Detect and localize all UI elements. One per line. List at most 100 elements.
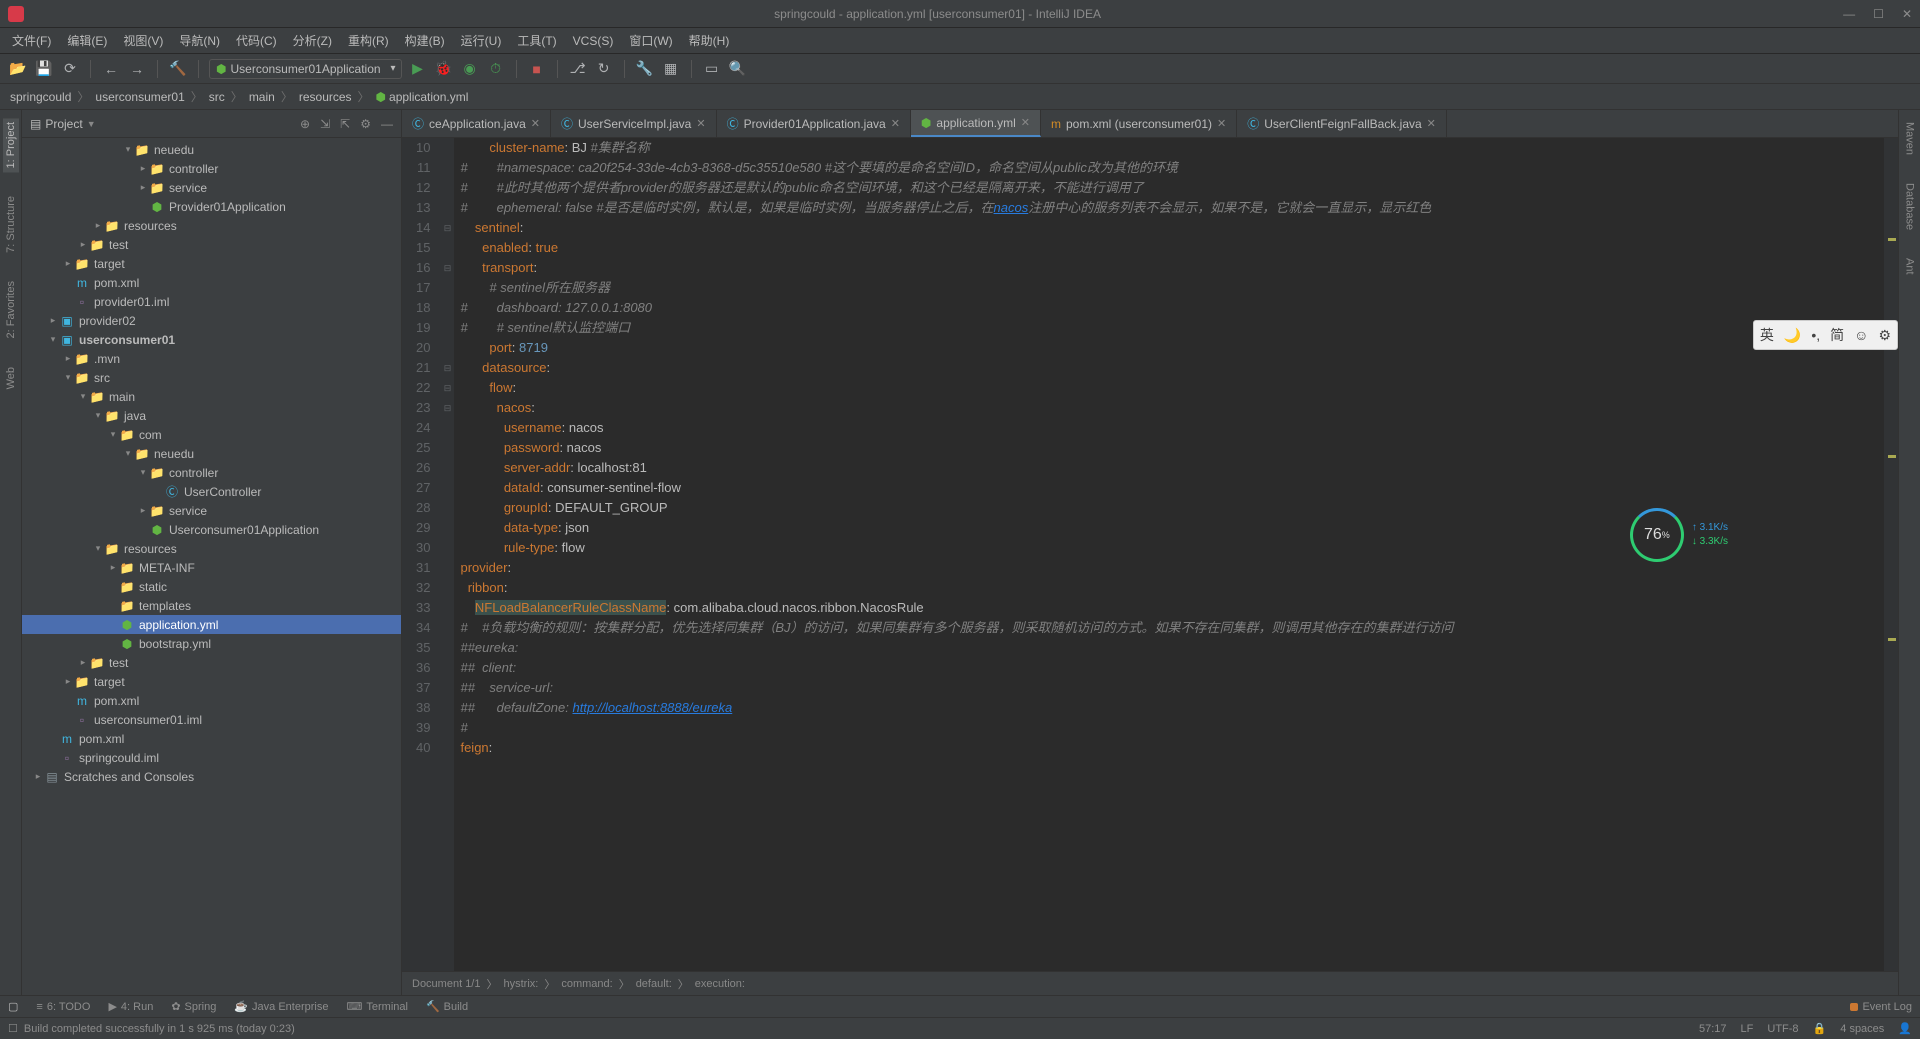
- save-icon[interactable]: 💾: [34, 59, 54, 79]
- ime-button[interactable]: ☺: [1854, 327, 1868, 343]
- debug-icon[interactable]: 🐞: [434, 59, 454, 79]
- run-config-selector[interactable]: ⬢ Userconsumer01Application: [209, 59, 402, 79]
- tree-row[interactable]: ▫userconsumer01.iml: [22, 710, 401, 729]
- forward-icon[interactable]: →: [127, 59, 147, 79]
- expand-arrow-icon[interactable]: ▸: [62, 676, 74, 687]
- expand-arrow-icon[interactable]: ▸: [137, 505, 149, 516]
- tree-row[interactable]: ⒸUserController: [22, 482, 401, 501]
- editor-crumb[interactable]: hystrix:: [503, 978, 538, 990]
- cursor-position[interactable]: 57:17: [1699, 1023, 1727, 1035]
- menu-item[interactable]: 文件(F): [4, 32, 59, 49]
- breadcrumb-item[interactable]: src: [209, 90, 225, 104]
- bottom-tool-tab[interactable]: ▶4: Run: [108, 1000, 153, 1013]
- bottom-tool-tab[interactable]: ≡6: TODO: [36, 1001, 90, 1013]
- file-encoding[interactable]: UTF-8: [1767, 1023, 1798, 1035]
- tree-row[interactable]: ▫provider01.iml: [22, 292, 401, 311]
- project-structure-icon[interactable]: ▦: [661, 59, 681, 79]
- breadcrumb-item[interactable]: application.yml: [389, 90, 468, 104]
- menu-item[interactable]: 重构(R): [340, 32, 397, 49]
- tree-row[interactable]: ▾📁controller: [22, 463, 401, 482]
- tree-row[interactable]: ▸📁target: [22, 672, 401, 691]
- open-icon[interactable]: 📂: [8, 59, 28, 79]
- editor-crumb[interactable]: command:: [561, 978, 612, 990]
- tree-row[interactable]: mpom.xml: [22, 691, 401, 710]
- expand-arrow-icon[interactable]: ▾: [92, 410, 104, 421]
- maximize-icon[interactable]: ☐: [1873, 7, 1884, 21]
- editor-tab[interactable]: ⒸceApplication.java✕: [402, 110, 551, 137]
- expand-arrow-icon[interactable]: ▸: [77, 657, 89, 668]
- tree-row[interactable]: ▸▣provider02: [22, 311, 401, 330]
- editor-tab[interactable]: ⒸProvider01Application.java✕: [717, 110, 911, 137]
- tree-row[interactable]: ▾📁main: [22, 387, 401, 406]
- expand-arrow-icon[interactable]: ▸: [62, 353, 74, 364]
- right-tool-tab[interactable]: Database: [1902, 179, 1918, 234]
- menu-item[interactable]: 构建(B): [397, 32, 453, 49]
- expand-arrow-icon[interactable]: ▾: [47, 334, 59, 345]
- left-tool-tab[interactable]: Web: [3, 363, 19, 393]
- editor-crumb[interactable]: default:: [636, 978, 672, 990]
- ime-button[interactable]: 英: [1760, 325, 1774, 345]
- tree-row[interactable]: ▸📁META-INF: [22, 558, 401, 577]
- editor-tab[interactable]: ⒸUserServiceImpl.java✕: [551, 110, 717, 137]
- profile-icon[interactable]: ⏱: [486, 59, 506, 79]
- expand-arrow-icon[interactable]: ▾: [77, 391, 89, 402]
- expand-arrow-icon[interactable]: ▸: [107, 562, 119, 573]
- expand-arrow-icon[interactable]: ▾: [122, 144, 134, 155]
- ime-button[interactable]: 简: [1830, 325, 1844, 345]
- breadcrumb-item[interactable]: main: [249, 90, 275, 104]
- right-tool-tab[interactable]: Maven: [1902, 118, 1918, 159]
- tree-row[interactable]: ▫springcould.iml: [22, 748, 401, 767]
- breadcrumb-item[interactable]: springcould: [10, 90, 71, 104]
- project-panel-title[interactable]: ▤ Project ▼: [30, 117, 300, 131]
- vcs-icon[interactable]: ⎇: [568, 59, 588, 79]
- tree-row[interactable]: ▸📁service: [22, 501, 401, 520]
- expand-arrow-icon[interactable]: ▸: [32, 771, 44, 782]
- tree-row[interactable]: mpom.xml: [22, 273, 401, 292]
- close-tab-icon[interactable]: ✕: [696, 117, 705, 130]
- expand-arrow-icon[interactable]: ▾: [122, 448, 134, 459]
- tree-row[interactable]: ▾📁resources: [22, 539, 401, 558]
- tree-row[interactable]: ▸📁controller: [22, 159, 401, 178]
- tree-row[interactable]: 📁templates: [22, 596, 401, 615]
- expand-arrow-icon[interactable]: ▾: [107, 429, 119, 440]
- expand-arrow-icon[interactable]: ▸: [47, 315, 59, 326]
- editor-tab[interactable]: ⬢application.yml✕: [911, 110, 1041, 137]
- tree-row[interactable]: ⬢application.yml: [22, 615, 401, 634]
- collapse-icon[interactable]: ⇱: [340, 117, 350, 131]
- bottom-tool-tab[interactable]: ☕Java Enterprise: [234, 1000, 328, 1013]
- tree-row[interactable]: mpom.xml: [22, 729, 401, 748]
- tree-row[interactable]: ▾📁com: [22, 425, 401, 444]
- close-tab-icon[interactable]: ✕: [1217, 117, 1226, 130]
- tree-row[interactable]: ▾📁src: [22, 368, 401, 387]
- hide-icon[interactable]: —: [381, 117, 393, 131]
- tree-row[interactable]: ⬢Provider01Application: [22, 197, 401, 216]
- expand-icon[interactable]: ⇲: [320, 117, 330, 131]
- left-tool-tab[interactable]: 7: Structure: [3, 192, 19, 257]
- minimize-icon[interactable]: —: [1843, 7, 1855, 21]
- close-tab-icon[interactable]: ✕: [891, 117, 900, 130]
- expand-arrow-icon[interactable]: ▸: [92, 220, 104, 231]
- tree-row[interactable]: ▾📁neuedu: [22, 140, 401, 159]
- close-tab-icon[interactable]: ✕: [531, 117, 540, 130]
- expand-arrow-icon[interactable]: ▾: [137, 467, 149, 478]
- bottom-tool-tab[interactable]: ⌨Terminal: [346, 1000, 407, 1013]
- tree-row[interactable]: ▸📁resources: [22, 216, 401, 235]
- menu-item[interactable]: VCS(S): [565, 34, 622, 48]
- update-icon[interactable]: ↻: [594, 59, 614, 79]
- project-tree[interactable]: ▾📁neuedu▸📁controller ▸📁service ⬢Provider01…: [22, 138, 401, 995]
- tree-row[interactable]: ▸📁target: [22, 254, 401, 273]
- expand-arrow-icon[interactable]: ▸: [137, 182, 149, 193]
- close-tab-icon[interactable]: ✕: [1427, 117, 1436, 130]
- bottom-tool-tab[interactable]: 🔨Build: [426, 1000, 468, 1013]
- run-icon[interactable]: ▶: [408, 59, 428, 79]
- right-tool-tab[interactable]: Ant: [1902, 254, 1918, 279]
- tree-row[interactable]: ▾📁java: [22, 406, 401, 425]
- editor-crumb[interactable]: Document 1/1: [412, 978, 480, 990]
- menu-item[interactable]: 窗口(W): [621, 32, 680, 49]
- menu-item[interactable]: 视图(V): [115, 32, 171, 49]
- line-separator[interactable]: LF: [1741, 1023, 1754, 1035]
- breadcrumb-item[interactable]: userconsumer01: [95, 90, 184, 104]
- sdk-icon[interactable]: ▭: [702, 59, 722, 79]
- build-icon[interactable]: 🔨: [168, 59, 188, 79]
- locate-icon[interactable]: ⊕: [300, 117, 310, 131]
